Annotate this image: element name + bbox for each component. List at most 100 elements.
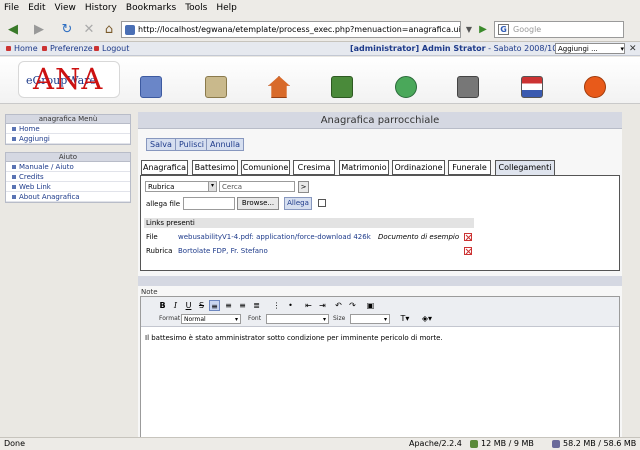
browse-button[interactable]: Browse... <box>237 197 279 210</box>
delete-link-icon[interactable] <box>464 233 472 241</box>
home-app-icon[interactable] <box>268 76 290 98</box>
ordered-list-icon[interactable]: ⋮ <box>271 300 282 311</box>
tab-anagrafica[interactable]: Anagrafica <box>141 160 188 175</box>
menu-tools[interactable]: Tools <box>185 3 207 13</box>
indent-icon[interactable]: ⇥ <box>317 300 328 311</box>
cancel-button[interactable]: Annulla <box>206 138 245 151</box>
notes-editor[interactable]: B I U S ≡ ≡ ≡ ≣ ⋮ • ⇤ ⇥ ↶ ↷ ▣ Format Nor… <box>140 296 620 438</box>
outdent-icon[interactable]: ⇤ <box>303 300 314 311</box>
menu-help[interactable]: Help <box>216 3 237 13</box>
bullet-icon <box>12 184 16 189</box>
menu-file[interactable]: File <box>4 3 19 13</box>
status-text: Done <box>4 439 26 448</box>
background-color-icon[interactable]: ◈▾ <box>419 314 435 324</box>
page-title: Anagrafica parrocchiale <box>138 112 622 129</box>
search-go-button[interactable]: > <box>298 181 309 193</box>
go-icon[interactable]: ▶ <box>476 20 490 38</box>
sidebar-item-weblink[interactable]: Web Link <box>6 182 130 192</box>
link-type: File <box>146 233 158 241</box>
link-row-contact: Rubrica Bortolate FDP, Fr. Stefano <box>146 247 268 255</box>
link-contact-name[interactable]: Bortolate FDP, Fr. Stefano <box>178 247 268 255</box>
tab-battesimo[interactable]: Battesimo <box>192 160 238 175</box>
clean-button[interactable]: Pulisci <box>175 138 208 151</box>
tab-ordinazione[interactable]: Ordinazione <box>392 160 445 175</box>
size-select[interactable]: ▾ <box>350 314 390 324</box>
forward-arrow-icon[interactable]: ▶ <box>30 20 48 38</box>
sidebar-item-manual[interactable]: Manuale / Aiuto <box>6 162 130 172</box>
tab-collegamenti[interactable]: Collegamenti <box>495 160 555 176</box>
unordered-list-icon[interactable]: • <box>285 300 296 311</box>
align-justify-icon[interactable]: ≣ <box>251 300 262 311</box>
app-banner: eGroupWare ANA <box>0 57 640 104</box>
topbar-preferences-label: Preferenze <box>50 44 93 53</box>
underline-icon[interactable]: U <box>183 300 194 311</box>
users-app-icon[interactable] <box>395 76 417 98</box>
close-icon[interactable]: ✕ <box>629 44 637 54</box>
links-present-header: Links presenti <box>144 218 474 228</box>
sidebar-item-home[interactable]: Home <box>6 124 130 134</box>
topbar-preferences-link[interactable]: Preferenze <box>42 44 93 53</box>
flag-app-icon[interactable] <box>521 76 543 98</box>
browser-navbar: ◀ ▶ ↻ ✕ ⌂ http://localhost/egwana/etempl… <box>0 16 640 42</box>
folder-app-icon[interactable] <box>205 76 227 98</box>
url-dropdown-icon[interactable]: ▼ <box>463 20 475 38</box>
attach-button[interactable]: Allega <box>284 197 312 210</box>
format-select[interactable]: Normal ▾ <box>181 314 241 324</box>
tab-comunione[interactable]: Comunione <box>241 160 290 175</box>
tab-matrimonio[interactable]: Matrimonio <box>339 160 389 175</box>
address-bar[interactable]: http://localhost/egwana/etemplate/proces… <box>121 21 461 38</box>
format-label: Format <box>159 315 181 322</box>
align-center-icon[interactable]: ≡ <box>223 300 234 311</box>
app-select[interactable]: Rubrica ▾ <box>145 181 217 192</box>
links-tab-panel: Rubrica ▾ Cerca > allega file Browse... … <box>140 175 620 271</box>
align-left-icon[interactable]: ≡ <box>209 300 220 311</box>
reload-icon[interactable]: ↻ <box>58 20 76 38</box>
add-select[interactable]: Aggiungi ... ▾ <box>555 43 625 54</box>
network-app-icon[interactable] <box>140 76 162 98</box>
attach-checkbox[interactable] <box>318 199 326 207</box>
app-select-value: Rubrica <box>148 182 175 191</box>
google-engine-icon[interactable]: G <box>498 24 509 35</box>
preferences-bullet-icon <box>42 46 47 51</box>
search-box[interactable]: G Google <box>494 21 624 38</box>
sidebar-menu-box: anagrafica Menù Home Aggiungi <box>5 114 131 145</box>
sidebar-item-credits[interactable]: Credits <box>6 172 130 182</box>
menu-bookmarks[interactable]: Bookmarks <box>126 3 176 13</box>
home-icon[interactable]: ⌂ <box>100 20 118 38</box>
topbar-logout-link[interactable]: Logout <box>94 44 129 53</box>
menu-view[interactable]: View <box>55 3 76 13</box>
delete-link-icon[interactable] <box>464 247 472 255</box>
sidebar-item-about[interactable]: About Anagrafica <box>6 192 130 202</box>
logout-power-icon[interactable] <box>584 76 606 98</box>
add-select-value: Aggiungi ... <box>558 44 598 53</box>
save-button[interactable]: Salva <box>146 138 176 151</box>
file-path-input[interactable] <box>183 197 235 210</box>
italic-icon[interactable]: I <box>170 300 181 311</box>
image-icon[interactable]: ▣ <box>365 300 376 311</box>
search-input[interactable]: Cerca <box>219 181 295 192</box>
text-color-icon[interactable]: T▾ <box>397 314 413 324</box>
addressbook-app-icon[interactable] <box>331 76 353 98</box>
browser-statusbar: Done Apache/2.2.4 12 MB / 9 MB 58.2 MB /… <box>0 437 640 450</box>
align-right-icon[interactable]: ≡ <box>237 300 248 311</box>
strikethrough-icon[interactable]: S <box>196 300 207 311</box>
logout-bullet-icon <box>94 46 99 51</box>
chevron-down-icon: ▾ <box>383 316 387 323</box>
stop-icon[interactable]: ✕ <box>80 20 98 38</box>
tab-funerale[interactable]: Funerale <box>448 160 491 175</box>
undo-icon[interactable]: ↶ <box>333 300 344 311</box>
sidebar-item-label: Web Link <box>19 182 51 191</box>
menu-edit[interactable]: Edit <box>28 3 45 13</box>
bold-icon[interactable]: B <box>157 300 168 311</box>
tab-cresima[interactable]: Cresima <box>293 160 335 175</box>
sidebar-item-add[interactable]: Aggiungi <box>6 134 130 144</box>
admin-app-icon[interactable] <box>457 76 479 98</box>
redo-icon[interactable]: ↷ <box>347 300 358 311</box>
menu-history[interactable]: History <box>85 3 117 13</box>
back-arrow-icon[interactable]: ◀ <box>4 20 22 38</box>
topbar-home-link[interactable]: Home <box>6 44 38 53</box>
sidebar-item-label: Aggiungi <box>19 134 50 143</box>
link-file-name[interactable]: webusabilityV1-4.pdf: application/force-… <box>178 233 371 241</box>
font-select[interactable]: ▾ <box>266 314 329 324</box>
sidebar-item-label: Manuale / Aiuto <box>19 162 74 171</box>
